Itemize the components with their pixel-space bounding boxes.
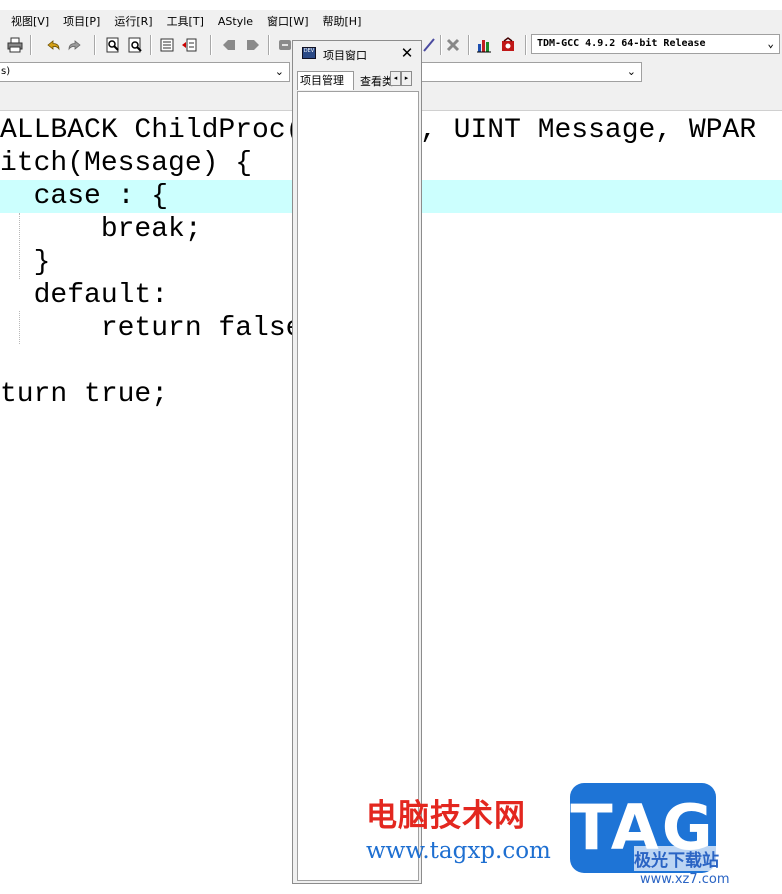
chart-icon[interactable]	[475, 36, 493, 54]
compiler-select-value: TDM-GCC 4.9.2 64-bit Release	[537, 38, 706, 49]
code-line: break;	[0, 214, 202, 245]
menu-project[interactable]: 项目[P]	[63, 13, 100, 29]
menu-run[interactable]: 运行[R]	[114, 13, 152, 29]
watermark-site-url: www.xz7.com	[640, 872, 730, 887]
menu-tools[interactable]: 工具[T]	[167, 13, 204, 29]
project-tree[interactable]	[297, 91, 419, 881]
scope-combo[interactable]: s) ⌄	[0, 62, 290, 82]
code-line: default:	[0, 280, 169, 311]
menu-help[interactable]: 帮助[H]	[323, 13, 362, 29]
menu-bar: 视图[V] 项目[P] 运行[R] 工具[T] AStyle 窗口[W] 帮助[…	[0, 10, 782, 32]
debug-icon[interactable]	[499, 36, 517, 54]
chevron-down-icon: ⌄	[274, 65, 284, 78]
delete-icon[interactable]	[444, 36, 462, 54]
watermark-site-cn: 极光下载站	[634, 846, 719, 871]
code-line: }	[0, 247, 51, 278]
bookmark-prev-icon[interactable]	[220, 36, 238, 54]
code-line: case : {	[0, 181, 169, 212]
indent-icon[interactable]	[158, 36, 176, 54]
tab-scroll-right-icon[interactable]: ▸	[401, 71, 412, 86]
find-icon[interactable]	[104, 36, 122, 54]
symbol-combo[interactable]: ⌄	[420, 62, 642, 82]
pencil-icon[interactable]	[420, 36, 438, 54]
chevron-down-icon: ⌄	[767, 37, 774, 50]
project-window-title: 项目窗口	[323, 49, 367, 62]
menu-view[interactable]: 视图[V]	[11, 13, 49, 29]
code-line: itch(Message) {	[0, 148, 253, 179]
watermark-cn-text: 电脑技术网	[366, 798, 526, 834]
menu-window[interactable]: 窗口[W]	[267, 13, 308, 29]
chevron-down-icon: ⌄	[626, 65, 636, 78]
unindent-icon[interactable]	[180, 36, 198, 54]
dev-icon: DEV	[302, 47, 316, 59]
project-window: DEV 项目窗口 ✕ 项目管理 查看类 ◂ ▸	[292, 40, 422, 884]
replace-icon[interactable]	[126, 36, 144, 54]
tab-project-management[interactable]: 项目管理	[297, 71, 354, 90]
tab-classes[interactable]: 查看类	[356, 74, 394, 90]
compiler-select[interactable]: TDM-GCC 4.9.2 64-bit Release ⌄	[531, 34, 780, 54]
tab-scroll-left-icon[interactable]: ◂	[390, 71, 401, 86]
project-window-titlebar[interactable]: DEV 项目窗口 ✕	[293, 41, 421, 67]
menu-astyle[interactable]: AStyle	[218, 15, 253, 28]
close-icon[interactable]: ✕	[399, 44, 415, 62]
scope-combo-value: s)	[1, 66, 11, 77]
code-line: turn true;	[0, 379, 169, 410]
print-icon[interactable]	[6, 36, 24, 54]
redo-icon[interactable]	[66, 36, 84, 54]
watermark-url: www.tagxp.com	[366, 838, 551, 864]
undo-icon[interactable]	[44, 36, 62, 54]
code-line: return false	[0, 313, 303, 344]
bookmark-next-icon[interactable]	[244, 36, 262, 54]
